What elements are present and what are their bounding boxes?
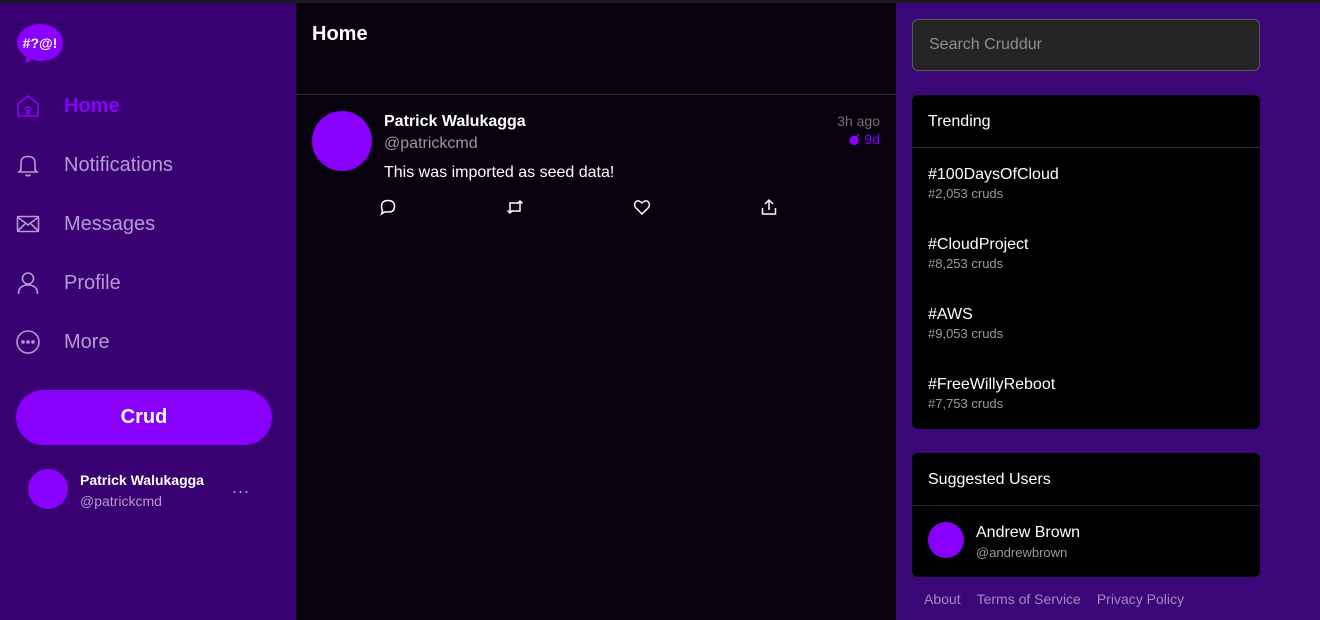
page-title: Home [296, 3, 896, 95]
user-icon [14, 269, 42, 297]
svg-text:#?@!: #?@! [23, 35, 58, 51]
post-time: 3h ago [837, 113, 880, 129]
main-feed: Home Patrick Walukagga @patrickcmd 3h ag… [296, 3, 896, 620]
trend-item[interactable]: #AWS #9,053 cruds [912, 288, 1260, 358]
nav-messages[interactable]: Messages [14, 204, 155, 244]
nav-profile-label: Profile [64, 271, 121, 294]
about-link[interactable]: About [924, 591, 961, 607]
like-icon[interactable] [630, 195, 654, 219]
suggested-users-panel: Suggested Users Andrew Brown @andrewbrow… [912, 453, 1260, 577]
post-expiry: 9d [848, 131, 880, 147]
nav-notifications[interactable]: Notifications [14, 145, 173, 185]
trend-tag: #CloudProject [928, 236, 1029, 253]
repost-icon[interactable] [503, 195, 527, 219]
terms-link[interactable]: Terms of Service [977, 591, 1081, 607]
suggested-user-handle: @andrewbrown [976, 545, 1068, 560]
nav-profile[interactable]: Profile [14, 263, 121, 303]
nav-more[interactable]: More [14, 322, 110, 362]
nav-home-label: Home [64, 94, 120, 117]
trend-count: #2,053 cruds [928, 186, 1004, 201]
suggested-user-name: Andrew Brown [976, 524, 1081, 541]
current-user-name: Patrick Walukagga [80, 472, 204, 488]
post-avatar[interactable] [312, 111, 372, 171]
trending-panel: Trending #100DaysOfCloud #2,053 cruds #C… [912, 95, 1260, 429]
trend-count: #9,053 cruds [928, 326, 1004, 341]
envelope-icon [14, 210, 42, 238]
search-input[interactable] [912, 19, 1260, 71]
trend-count: #8,253 cruds [928, 256, 1004, 271]
more-circle-icon [14, 328, 42, 356]
nav-more-label: More [64, 330, 110, 353]
bell-icon [14, 151, 42, 179]
logo[interactable]: #?@! [16, 22, 64, 64]
crud-button[interactable]: Crud [16, 390, 272, 445]
current-user-card[interactable]: Patrick Walukagga @patrickcmd ... [28, 469, 268, 511]
trend-count: #7,753 cruds [928, 396, 1004, 411]
post-expiry-value: 9d [864, 131, 880, 147]
trending-title: Trending [912, 95, 1260, 148]
more-options-icon[interactable]: ... [232, 477, 250, 498]
current-user-handle: @patrickcmd [80, 493, 162, 509]
nav-messages-label: Messages [64, 212, 156, 235]
avatar [28, 469, 68, 509]
trend-tag: #AWS [928, 306, 973, 323]
nav-home[interactable]: Home [14, 86, 120, 126]
suggested-user[interactable]: Andrew Brown @andrewbrown [912, 506, 1260, 576]
trend-item[interactable]: #100DaysOfCloud #2,053 cruds [912, 148, 1260, 218]
privacy-link[interactable]: Privacy Policy [1097, 591, 1184, 607]
nav-notifications-label: Notifications [64, 153, 173, 176]
bomb-icon [849, 133, 861, 145]
post-author[interactable]: Patrick Walukagga [384, 113, 526, 131]
sidebar: #?@! Home Notifications Messages Profile… [0, 3, 296, 620]
trend-tag: #100DaysOfCloud [928, 166, 1059, 183]
footer-links: About Terms of Service Privacy Policy [924, 591, 1184, 607]
logo-bubble-icon: #?@! [17, 24, 63, 64]
right-column: Trending #100DaysOfCloud #2,053 cruds #C… [896, 3, 1320, 620]
post-item[interactable]: Patrick Walukagga @patrickcmd 3h ago 9d … [296, 95, 896, 235]
post-actions [376, 195, 796, 219]
share-icon[interactable] [757, 195, 781, 219]
post-handle[interactable]: @patrickcmd [384, 135, 478, 153]
trend-tag: #FreeWillyReboot [928, 376, 1056, 393]
home-icon [14, 92, 42, 120]
trend-item[interactable]: #CloudProject #8,253 cruds [912, 218, 1260, 288]
post-body: This was imported as seed data! [384, 164, 615, 181]
reply-icon[interactable] [376, 195, 400, 219]
avatar [928, 522, 964, 558]
suggested-users-title: Suggested Users [912, 453, 1260, 506]
trend-item[interactable]: #FreeWillyReboot #7,753 cruds [912, 358, 1260, 428]
